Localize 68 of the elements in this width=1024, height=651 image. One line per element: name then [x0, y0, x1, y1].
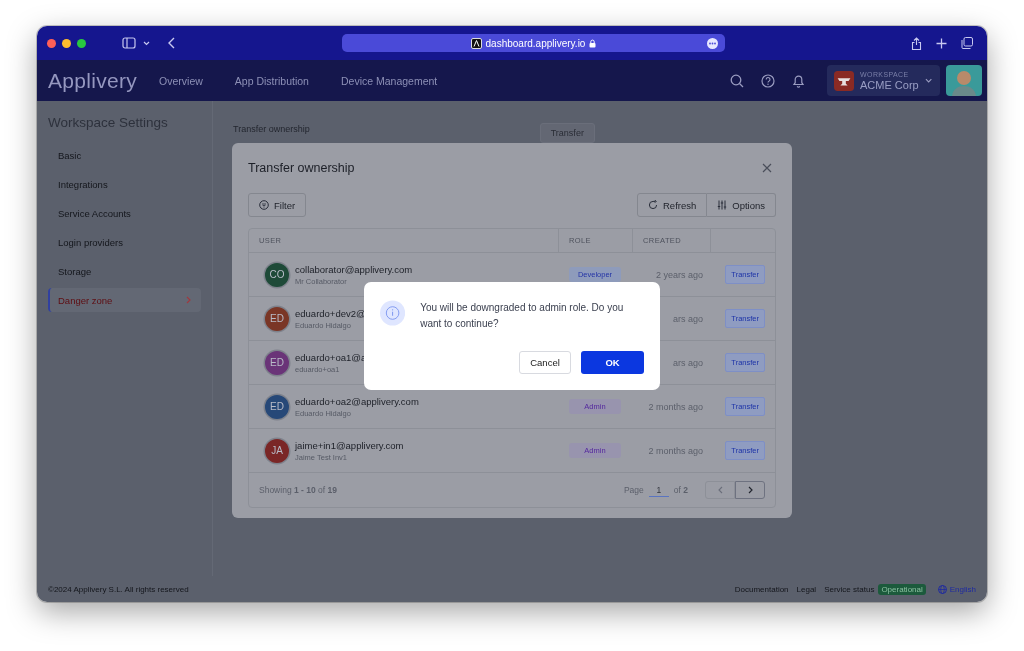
user-avatar: ED — [265, 350, 289, 375]
close-icon[interactable] — [762, 163, 772, 173]
footer-link[interactable]: Documentation — [734, 584, 789, 594]
chevron-down-icon — [924, 78, 932, 83]
user-email: eduardo+oa1@a — [295, 351, 367, 363]
transfer-button[interactable]: Transfer — [539, 123, 595, 143]
share-icon[interactable] — [911, 36, 922, 50]
help-icon[interactable] — [761, 73, 775, 88]
user-email: collaborator@applivery.com — [295, 263, 413, 275]
created-date: ars ago — [672, 313, 703, 324]
anvil-icon — [834, 69, 855, 92]
user-avatar: ED — [265, 394, 289, 419]
logo[interactable]: Applivery — [48, 68, 138, 93]
page-field[interactable]: 1 — [648, 483, 669, 497]
sidebar-item[interactable]: Integrations — [48, 172, 201, 196]
user-email: jaime+in1@applivery.com — [295, 439, 404, 451]
user-email: eduardo+dev2@ — [295, 307, 366, 319]
tabs-icon[interactable] — [961, 37, 973, 49]
user-silhouette-icon — [951, 68, 977, 96]
more-icon[interactable] — [707, 37, 718, 49]
created-date: ars ago — [672, 357, 703, 368]
refresh-icon — [648, 200, 658, 210]
options-button[interactable]: Options — [707, 193, 776, 217]
nav-link[interactable]: Device Management — [340, 74, 438, 87]
chevron-left-icon — [717, 486, 723, 494]
copyright-text: ©2024 Applivery S.L. All rights reserved — [48, 584, 189, 594]
page-label: Page — [623, 485, 644, 495]
user-avatar: CO — [265, 262, 289, 287]
sidebar-item[interactable]: Storage — [48, 259, 201, 283]
lock-icon — [589, 38, 597, 48]
chevron-right-icon — [747, 486, 753, 494]
plus-icon[interactable] — [936, 37, 947, 49]
user-avatar: ED — [265, 306, 289, 331]
nav-link[interactable]: App Distribution — [234, 74, 309, 87]
filter-button[interactable]: Filter — [248, 193, 307, 217]
dialog-message: You will be downgraded to admin role. Do you want to continue? — [420, 301, 625, 331]
ok-button[interactable]: OK — [581, 351, 644, 374]
user-email: eduardo+oa2@applivery.com — [295, 395, 419, 407]
sidebar-item[interactable]: Login providers — [48, 230, 201, 254]
search-icon[interactable] — [730, 73, 744, 88]
modal-title: Transfer ownership — [248, 161, 355, 175]
workspace-name: ACME Corp — [860, 79, 919, 91]
created-date: 2 months ago — [648, 401, 703, 412]
sidebar-item[interactable]: Danger zone — [48, 288, 201, 312]
sliders-icon — [717, 200, 728, 210]
section-title: Transfer ownership — [233, 124, 310, 134]
globe-icon — [937, 584, 947, 594]
bell-icon[interactable] — [792, 73, 805, 88]
site-icon — [470, 37, 482, 49]
filter-icon — [259, 200, 269, 210]
created-date: 2 months ago — [648, 445, 703, 456]
address-bar[interactable]: dashboard.applivery.io — [342, 34, 725, 52]
chevron-right-icon — [186, 296, 191, 304]
status-label: Service status — [824, 584, 875, 594]
nav-link[interactable]: Overview — [159, 74, 203, 87]
sidebar-icon[interactable] — [122, 37, 136, 49]
back-icon[interactable] — [168, 37, 175, 49]
status-badge: Operational — [878, 583, 926, 595]
sidebar-item[interactable]: Service Accounts — [48, 201, 201, 225]
cancel-button[interactable]: Cancel — [519, 351, 571, 374]
page-total: of 2 — [673, 485, 688, 495]
footer-link[interactable]: Legal — [796, 584, 817, 594]
chevron-down-icon[interactable] — [143, 40, 150, 46]
refresh-button[interactable]: Refresh — [637, 193, 708, 217]
user-avatar: JA — [265, 438, 289, 463]
url-text: dashboard.applivery.io — [485, 37, 586, 49]
info-icon — [380, 297, 406, 329]
sidebar-item[interactable]: Basic — [48, 143, 201, 167]
